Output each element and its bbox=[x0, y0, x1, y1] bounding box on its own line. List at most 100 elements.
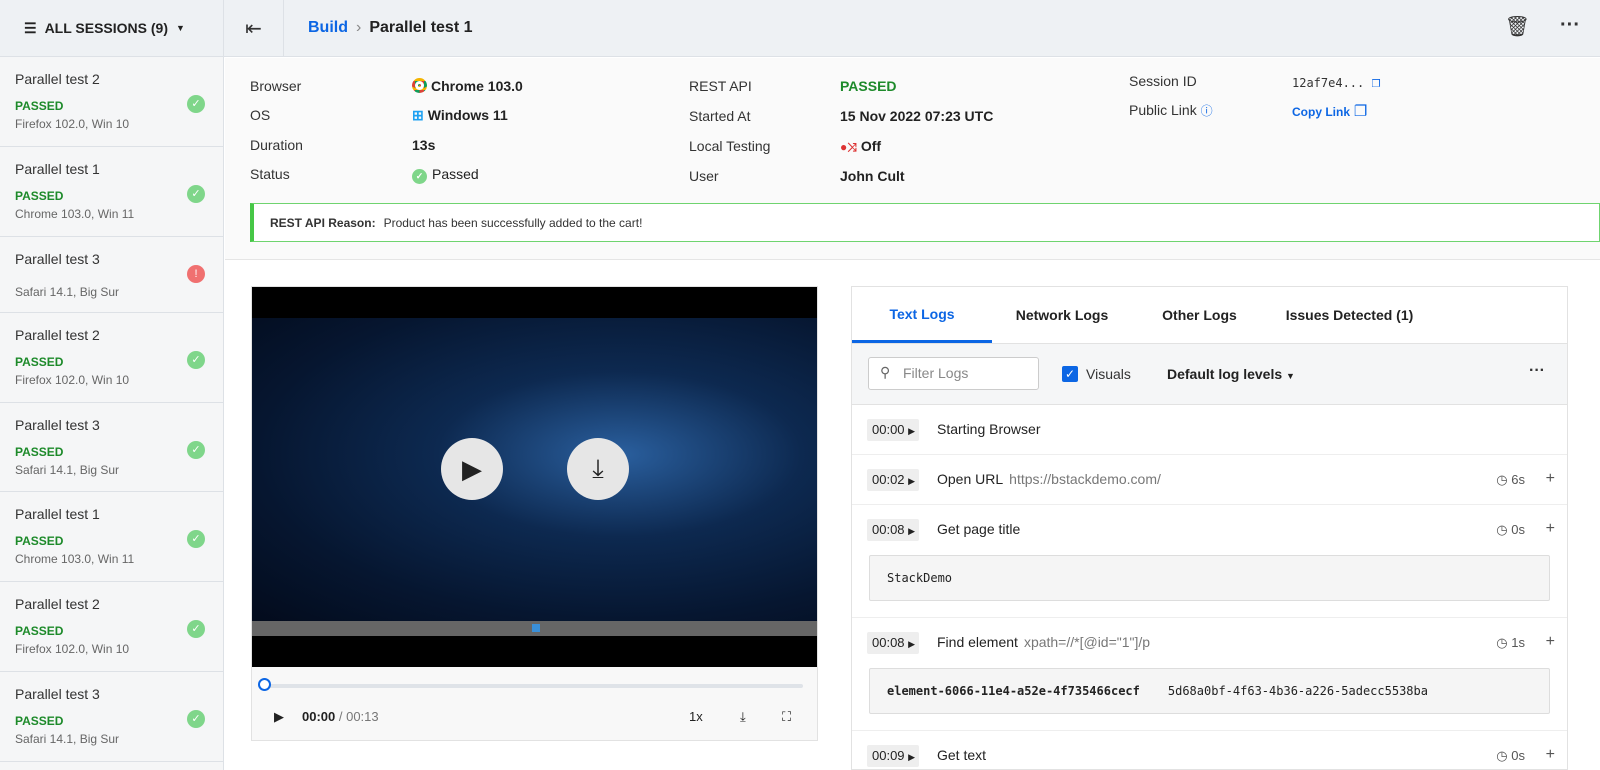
sessions-sidebar: ☰ ALL SESSIONS (9) ▼ Parallel test 2 PASS… bbox=[0, 0, 224, 770]
speed-button[interactable]: 1x bbox=[689, 709, 703, 724]
session-list-item[interactable]: Parallel test 2 PASSED Firefox 102.0, Win … bbox=[0, 582, 223, 672]
browser-value: Chrome 103.0 bbox=[431, 78, 523, 94]
log-timestamp-button[interactable]: 00:02 ▶ bbox=[867, 469, 919, 491]
log-timestamp-button[interactable]: 00:09 ▶ bbox=[867, 745, 919, 767]
os-value: Windows 11 bbox=[427, 107, 508, 123]
download-overlay-button[interactable]: ⤓ bbox=[567, 438, 629, 500]
seek-bar[interactable] bbox=[264, 684, 803, 688]
log-action: Find element bbox=[937, 634, 1018, 650]
element-value: 5d68a0bf-4f63-4b36-a226-5adecc5538ba bbox=[1167, 684, 1428, 698]
info-icon[interactable]: ⓘ bbox=[1201, 104, 1213, 118]
current-time: 00:00 bbox=[302, 709, 336, 724]
session-list-item[interactable]: Parallel test 1 PASSED Chrome 103.0, Win 1… bbox=[0, 492, 223, 582]
session-status: PASSED bbox=[15, 714, 64, 728]
session-list-item[interactable]: Parallel test 3 Safari 14.1, Big Sur! bbox=[0, 237, 223, 313]
log-time: 00:09 bbox=[872, 748, 905, 763]
play-overlay-button[interactable]: ▶ bbox=[441, 438, 503, 500]
log-row: 00:09 ▶ Get text ◷ 0s + bbox=[852, 731, 1567, 769]
session-details: Safari 14.1, Big Sur bbox=[15, 285, 120, 299]
windows-icon: ⊞ bbox=[412, 107, 424, 123]
log-timestamp-button[interactable]: 00:08 ▶ bbox=[867, 632, 919, 654]
filter-logs-input[interactable]: Filter Logs bbox=[868, 357, 1039, 390]
copy-link-button[interactable]: Copy Link bbox=[1292, 105, 1350, 119]
copy-icon[interactable]: ❐ bbox=[1371, 73, 1380, 91]
tab-network-logs[interactable]: Network Logs bbox=[992, 287, 1132, 343]
expand-icon[interactable]: + bbox=[1546, 633, 1555, 651]
status-label: Status bbox=[250, 166, 290, 182]
breadcrumb-build-link[interactable]: Build bbox=[308, 19, 348, 37]
chrome-icon bbox=[412, 78, 427, 93]
log-timestamp-button[interactable]: 00:00 ▶ bbox=[867, 419, 919, 441]
log-levels-dropdown[interactable]: Default log levels ▼ bbox=[1167, 366, 1295, 382]
rest-api-value: PASSED bbox=[840, 78, 897, 94]
check-circle-icon: ✓ bbox=[187, 351, 205, 369]
session-details: Safari 14.1, Big Sur bbox=[15, 463, 120, 477]
session-list-item[interactable]: Parallel test 3 PASSED Safari 14.1, Big Su… bbox=[0, 403, 223, 492]
log-time: 00:08 bbox=[872, 635, 905, 650]
page-title: Parallel test 1 bbox=[369, 19, 473, 36]
clock-icon: ◷ bbox=[1496, 472, 1508, 487]
seek-handle[interactable] bbox=[258, 678, 271, 691]
log-duration: 0s bbox=[1511, 522, 1525, 537]
collapse-sidebar-button[interactable]: ⇤ bbox=[224, 0, 284, 57]
tab-issues-detected[interactable]: Issues Detected (1) bbox=[1267, 287, 1432, 343]
session-name: Parallel test 3 bbox=[15, 417, 100, 433]
tab-text-logs[interactable]: Text Logs bbox=[852, 287, 992, 343]
check-circle-icon: ✓ bbox=[187, 710, 205, 728]
trash-icon[interactable]: 🗑 bbox=[1505, 14, 1530, 39]
check-circle-icon: ✓ bbox=[187, 95, 205, 113]
status-value: Passed bbox=[432, 166, 479, 182]
error-icon: ! bbox=[187, 265, 205, 283]
session-details: Firefox 102.0, Win 10 bbox=[15, 642, 130, 656]
reason-text: Product has been successfully added to t… bbox=[383, 215, 643, 230]
session-list-item[interactable]: Parallel test 2 PASSED Firefox 102.0, Win … bbox=[0, 57, 223, 147]
log-duration: 1s bbox=[1511, 635, 1525, 650]
log-duration: 0s bbox=[1511, 748, 1525, 763]
session-status: PASSED bbox=[15, 189, 64, 203]
search-icon: ⚲ bbox=[880, 364, 891, 380]
element-id: element-6066-11e4-a52e-4f735466cecf bbox=[887, 684, 1140, 698]
local-testing-label: Local Testing bbox=[689, 138, 771, 154]
download-icon[interactable]: ⤓ bbox=[740, 709, 746, 725]
more-options-icon[interactable]: ··· bbox=[1560, 14, 1580, 39]
public-link-label: Public Link bbox=[1129, 102, 1197, 118]
visuals-checkbox[interactable]: ✓ bbox=[1062, 366, 1078, 382]
log-action: Get page title bbox=[937, 521, 1021, 537]
session-details: Safari 14.1, Big Sur bbox=[15, 732, 120, 746]
fullscreen-icon[interactable]: ⛶ bbox=[782, 709, 791, 725]
play-icon[interactable]: ▶ bbox=[274, 709, 284, 725]
log-output: element-6066-11e4-a52e-4f735466cecf 5d68a… bbox=[869, 668, 1550, 714]
top-bar: ⇤ Build › Parallel test 1 🗑 ··· bbox=[224, 0, 1600, 57]
logs-panel: Text Logs Network Logs Other Logs Issues… bbox=[851, 286, 1568, 770]
check-circle-icon: ✓ bbox=[187, 620, 205, 638]
expand-icon[interactable]: + bbox=[1546, 470, 1555, 488]
log-row: 00:08 ▶ Get page title ◷ 0s + StackDemo bbox=[852, 505, 1567, 618]
session-name: Parallel test 1 bbox=[15, 161, 100, 177]
log-time: 00:02 bbox=[872, 472, 905, 487]
duration-label: Duration bbox=[250, 137, 303, 153]
check-circle-icon: ✓ bbox=[412, 169, 427, 184]
session-list-item[interactable]: Parallel test 1 PASSED Chrome 103.0, Win 1… bbox=[0, 147, 223, 237]
expand-icon[interactable]: + bbox=[1546, 746, 1555, 764]
session-list-item[interactable]: Parallel test 3 PASSED Safari 14.1, Big Su… bbox=[0, 672, 223, 762]
session-details: Chrome 103.0, Win 11 bbox=[15, 552, 135, 566]
video-screen[interactable]: ▶ ⤓ bbox=[252, 287, 817, 667]
session-list-item[interactable]: Parallel test 2 PASSED Firefox 102.0, Win … bbox=[0, 313, 223, 403]
check-circle-icon: ✓ bbox=[187, 441, 205, 459]
session-details: Firefox 102.0, Win 10 bbox=[15, 117, 130, 131]
clock-icon: ◷ bbox=[1496, 522, 1508, 537]
clock-icon: ◷ bbox=[1496, 635, 1508, 650]
video-player: ▶ ⤓ ▶ 00:00 / 00:13 1x ⤓ ⛶ bbox=[251, 286, 818, 741]
more-options-icon[interactable]: ··· bbox=[1529, 362, 1545, 380]
session-details: Chrome 103.0, Win 11 bbox=[15, 207, 135, 221]
session-status: PASSED bbox=[15, 534, 64, 548]
tab-other-logs[interactable]: Other Logs bbox=[1132, 287, 1267, 343]
log-argument: xpath=//*[@id="1"]/p bbox=[1023, 634, 1151, 650]
log-timestamp-button[interactable]: 00:08 ▶ bbox=[867, 519, 919, 541]
expand-icon[interactable]: + bbox=[1546, 520, 1555, 538]
check-circle-icon: ✓ bbox=[187, 185, 205, 203]
local-testing-icon: ●⤨ bbox=[840, 140, 857, 154]
copy-icon[interactable]: ❐ bbox=[1354, 103, 1367, 120]
all-sessions-dropdown[interactable]: ☰ ALL SESSIONS (9) ▼ bbox=[0, 0, 223, 57]
session-name: Parallel test 2 bbox=[15, 327, 100, 343]
